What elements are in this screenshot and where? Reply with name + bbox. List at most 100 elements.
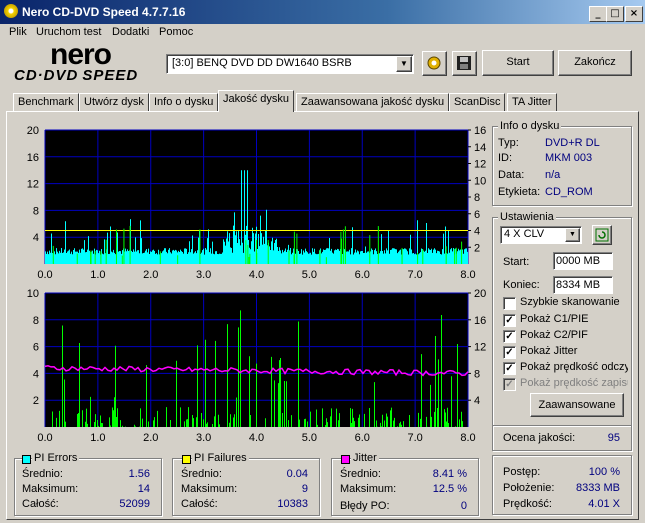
pi-failures-max-value: 9 <box>301 483 308 495</box>
position-value: 8333 MB <box>575 482 620 494</box>
right-tick-label: 6 <box>474 209 480 221</box>
pi-errors-avg-value: 1.56 <box>128 468 150 480</box>
checkbox-2[interactable]: ✓ <box>503 330 516 343</box>
left-tick-label: 2 <box>33 395 39 407</box>
disc-date-value: n/a <box>545 169 561 181</box>
pi-errors-chart: 20 16 12 8 4 0.0 1.0 2.0 3.0 4.0 5.0 6.0 7.0 8.0 16 14 1… <box>27 125 487 281</box>
x-tick-label: 7.0 <box>407 269 422 281</box>
speed-select[interactable]: 4 X CLV ▼ <box>500 226 582 244</box>
menu-dodatki[interactable]: Dodatki <box>112 26 149 38</box>
jitter-max-value: 12.5 % <box>432 483 467 495</box>
left-tick-label: 12 <box>27 179 39 191</box>
menu-plik[interactable]: Plik <box>9 26 27 38</box>
left-tick-label: 4 <box>33 368 39 380</box>
tab-info-o-dysku[interactable]: Info o dysku <box>149 93 219 111</box>
maximize-button[interactable]: □ <box>606 6 624 22</box>
checkbox-label-4[interactable]: Pokaż prędkość odczytu <box>520 361 628 373</box>
x-tick-label: 4.0 <box>249 432 264 444</box>
checkbox-label-5[interactable]: Pokaż prędkość zapisu <box>520 377 628 389</box>
pi-failures-legend-swatch <box>182 455 191 464</box>
chevron-down-icon[interactable]: ▼ <box>396 56 412 72</box>
checkbox-4[interactable]: ✓ <box>503 362 516 375</box>
pi-failures-jitter-chart: 10 8 6 4 2 0.0 1.0 2.0 3.0 4.0 5.0 6.0 7.0 8.0 20 16 12 8… <box>27 288 487 444</box>
nero-logo: nero <box>50 38 112 71</box>
cd-dvd-speed-logo: CD·DVD SPEED <box>14 67 139 84</box>
x-tick-label: 5.0 <box>302 432 317 444</box>
right-tick-label: 14 <box>474 142 486 154</box>
disc-label-label: Etykieta: <box>498 186 541 198</box>
checkbox-label-0[interactable]: Szybkie skanowanie <box>520 296 628 308</box>
start-field[interactable]: 0000 MB <box>553 252 613 270</box>
left-tick-label: 10 <box>27 288 39 300</box>
checkbox-1[interactable]: ✓ <box>503 314 516 327</box>
close-button[interactable]: × <box>625 6 643 22</box>
right-tick-label: 4 <box>474 395 480 407</box>
exit-button[interactable]: Zakończ <box>558 50 632 76</box>
progress-label: Postęp: <box>503 466 541 478</box>
jitter-avg-value: 8.41 % <box>432 468 467 480</box>
left-tick-label: 8 <box>33 315 39 327</box>
checkbox-label-1[interactable]: Pokaż C1/PIE <box>520 313 628 325</box>
x-tick-label: 7.0 <box>407 432 422 444</box>
end-field[interactable]: 8334 MB <box>553 276 613 294</box>
refresh-button[interactable] <box>592 225 612 245</box>
disc-id-label: ID: <box>498 152 513 164</box>
x-tick-label: 3.0 <box>196 432 211 444</box>
drive-select[interactable]: [3:0] BENQ DVD DD DW1640 BSRB ▼ <box>166 54 414 74</box>
left-tick-label: 16 <box>27 152 39 164</box>
tab-utworz-dysk[interactable]: Utwórz dysk <box>79 93 149 111</box>
disc-info-title: Info o dysku <box>498 120 562 132</box>
start-label: Start: <box>503 256 530 268</box>
minimize-button[interactable]: _ <box>589 6 607 22</box>
disc-id-value: MKM 003 <box>545 152 593 164</box>
left-tick-label: 8 <box>33 205 39 217</box>
app-icon <box>4 4 18 18</box>
speed-select-value: 4 X CLV <box>504 228 545 240</box>
jitter-max-label: Maksimum: <box>340 483 397 495</box>
left-tick-label: 6 <box>33 342 39 354</box>
pi-errors-total-label: Całość: <box>22 498 59 510</box>
right-tick-label: 10 <box>474 175 486 187</box>
checkbox-label-2[interactable]: Pokaż C2/PIF <box>520 329 628 341</box>
quality-label: Ocena jakości: <box>503 432 576 444</box>
left-tick-label: 4 <box>33 232 39 244</box>
x-tick-label: 8.0 <box>460 269 475 281</box>
disc-type-label: Typ: <box>498 137 519 149</box>
pi-errors-total-value: 52099 <box>119 498 150 510</box>
pi-errors-max-label: Maksimum: <box>22 483 79 495</box>
jitter-title: Jitter <box>351 452 379 464</box>
drive-info-button[interactable] <box>422 51 447 76</box>
tab-jakosc-dysku[interactable]: Jakość dysku <box>218 90 295 112</box>
x-tick-label: 8.0 <box>460 432 475 444</box>
tab-ta-jitter[interactable]: TA Jitter <box>507 93 557 111</box>
end-label: Koniec: <box>503 279 540 291</box>
save-button[interactable] <box>452 51 477 76</box>
x-tick-label: 1.0 <box>90 269 105 281</box>
x-tick-label: 2.0 <box>143 432 158 444</box>
checkbox-label-3[interactable]: Pokaż Jitter <box>520 345 628 357</box>
start-button[interactable]: Start <box>482 50 554 76</box>
drive-select-value: [3:0] BENQ DVD DD DW1640 BSRB <box>172 57 352 69</box>
menu-uruchom-test[interactable]: Uruchom test <box>36 26 101 38</box>
progress-value: 100 % <box>588 466 620 478</box>
checkbox-3[interactable]: ✓ <box>503 346 516 359</box>
settings-title: Ustawienia <box>498 211 556 223</box>
chevron-down-icon[interactable]: ▼ <box>565 228 580 242</box>
tab-scandisc[interactable]: ScanDisc <box>449 93 506 111</box>
pi-errors-max-value: 14 <box>137 483 150 495</box>
tab-zaawansowana-jakosc[interactable]: Zaawansowana jakość dysku <box>296 93 450 111</box>
x-tick-label: 2.0 <box>143 269 158 281</box>
refresh-icon <box>595 228 609 242</box>
x-tick-label: 0.0 <box>37 432 52 444</box>
x-tick-label: 1.0 <box>90 432 105 444</box>
tab-benchmark[interactable]: Benchmark <box>13 93 79 111</box>
menu-pomoc[interactable]: Pomoc <box>159 26 193 38</box>
pi-errors-legend-swatch <box>22 455 31 464</box>
disc-date-label: Data: <box>498 169 525 181</box>
right-tick-label: 12 <box>474 159 486 171</box>
right-tick-label: 8 <box>474 192 480 204</box>
disc-label-value: CD_ROM <box>545 186 593 198</box>
advanced-button[interactable]: Zaawansowane <box>530 393 624 417</box>
checkbox-0[interactable] <box>503 297 516 310</box>
right-tick-label: 8 <box>474 368 480 380</box>
